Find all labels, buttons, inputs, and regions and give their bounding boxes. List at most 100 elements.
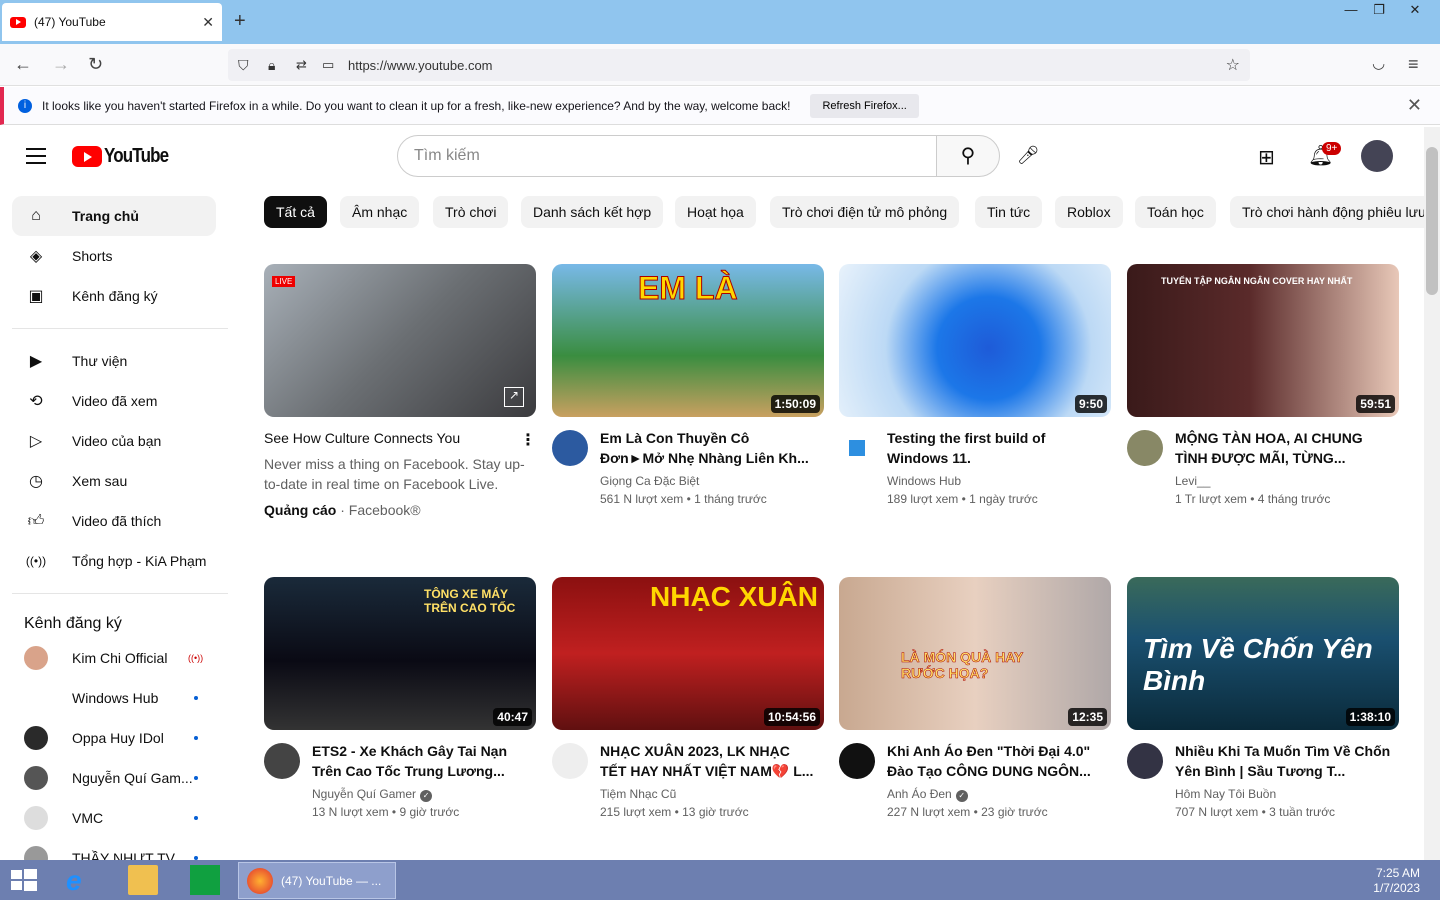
video-thumbnail[interactable]: NHẠC XUÂN 10:54:56 bbox=[552, 577, 824, 730]
forward-icon[interactable]: → bbox=[52, 54, 70, 75]
video-thumbnail[interactable]: Tìm Về Chốn Yên Bình 1:38:10 bbox=[1127, 577, 1399, 730]
restore-icon[interactable]: ❐ bbox=[1364, 2, 1394, 18]
microphone-icon[interactable]: 🎤︎ bbox=[1008, 135, 1048, 175]
browser-tab[interactable]: (47) YouTube ✕ bbox=[2, 3, 222, 41]
new-tab-icon[interactable]: + bbox=[234, 10, 246, 33]
sidebar-item-liked[interactable]: 👍︎ Video đã thích bbox=[12, 501, 216, 541]
video-title[interactable]: Nhiều Khi Ta Muốn Tìm Về Chốn Yên Bình |… bbox=[1175, 741, 1391, 781]
sidebar-item-playlist[interactable]: ((•)) Tổng hợp - KiA Phạm bbox=[12, 541, 216, 581]
sidebar-item-your-videos[interactable]: ▷ Video của bạn bbox=[12, 421, 216, 461]
channel-avatar[interactable] bbox=[839, 743, 875, 779]
channel-avatar[interactable] bbox=[1127, 430, 1163, 466]
sidebar-item-home[interactable]: ⌂ Trang chủ bbox=[12, 196, 216, 236]
create-video-icon[interactable]: ⊞ bbox=[1258, 145, 1275, 170]
video-card[interactable]: TÔNG XE MÁY TRÊN CAO TỐC 40:47 ETS2 - Xe… bbox=[264, 577, 536, 819]
hamburger-menu-icon[interactable] bbox=[26, 148, 46, 169]
subscription-item[interactable]: Kim Chi Official ((•)) bbox=[12, 638, 216, 678]
sidebar-item-history[interactable]: ⟲ Video đã xem bbox=[12, 381, 216, 421]
pocket-icon[interactable]: ◡ bbox=[1372, 54, 1385, 72]
file-explorer-icon[interactable] bbox=[128, 865, 158, 895]
chip-all[interactable]: Tất cả bbox=[264, 196, 327, 228]
search-input[interactable]: Tìm kiếm bbox=[397, 135, 937, 177]
minimize-icon[interactable]: — bbox=[1336, 2, 1366, 17]
channel-name[interactable]: Tiệm Nhạc Cũ bbox=[600, 787, 676, 801]
shield-icon[interactable]: ⛉ bbox=[238, 57, 249, 74]
video-thumbnail[interactable]: LÀ MÓN QUÀ HAY RƯỚC HỌA? 12:35 bbox=[839, 577, 1111, 730]
channel-avatar[interactable] bbox=[1127, 743, 1163, 779]
chip-mixes[interactable]: Danh sách kết hợp bbox=[521, 196, 664, 228]
reader-icon[interactable]: ▭ bbox=[322, 57, 334, 73]
system-clock[interactable]: 7:25 AM 1/7/2023 bbox=[1373, 866, 1420, 896]
sidebar-item-subscriptions[interactable]: ▣ Kênh đăng ký bbox=[12, 276, 216, 316]
windows-start-icon[interactable] bbox=[10, 868, 38, 892]
channel-name[interactable]: Hôm Nay Tôi Buồn bbox=[1175, 787, 1276, 801]
video-thumbnail[interactable]: TUYỂN TẬP NGÂN NGÂN COVER HAY NHẤT 59:51 bbox=[1127, 264, 1399, 417]
chip-news[interactable]: Tin tức bbox=[975, 196, 1043, 228]
url-bar[interactable]: ⛉ 🔒︎ ⇄ ▭ https://www.youtube.com ☆ bbox=[228, 49, 1250, 81]
channel-avatar[interactable] bbox=[264, 743, 300, 779]
scrollbar-thumb[interactable] bbox=[1426, 147, 1438, 295]
youtube-logo[interactable]: YouTube bbox=[72, 145, 180, 168]
more-options-icon[interactable]: ⋮ bbox=[520, 430, 536, 450]
video-thumbnail[interactable]: LIVE ↗ bbox=[264, 264, 536, 417]
sidebar-item-library[interactable]: ▶ Thư viện bbox=[12, 341, 216, 381]
video-thumbnail[interactable]: 9:50 bbox=[839, 264, 1111, 417]
video-title[interactable]: ETS2 - Xe Khách Gây Tai Nạn Trên Cao Tốc… bbox=[312, 741, 528, 781]
video-card[interactable]: 9:50 Testing the first build of Windows … bbox=[839, 264, 1111, 506]
video-title[interactable]: NHẠC XUÂN 2023, LK NHẠC TẾT HAY NHẤT VIỆ… bbox=[600, 741, 816, 781]
video-card[interactable]: LIVE ↗ See How Culture Connects You ⋮ Ne… bbox=[264, 264, 536, 518]
chip-math[interactable]: Toán học bbox=[1135, 196, 1216, 228]
bookmark-star-icon[interactable]: ☆ bbox=[1226, 55, 1240, 75]
chip-simulation[interactable]: Trò chơi điện tử mô phỏng bbox=[770, 196, 960, 228]
video-card[interactable]: TUYỂN TẬP NGÂN NGÂN COVER HAY NHẤT 59:51… bbox=[1127, 264, 1399, 506]
channel-name[interactable]: Nguyễn Quí Gamer ✓ bbox=[312, 787, 433, 802]
permissions-icon[interactable]: ⇄ bbox=[296, 57, 307, 73]
menu-icon[interactable]: ≡ bbox=[1408, 54, 1419, 75]
video-card[interactable]: NHẠC XUÂN 10:54:56 NHẠC XUÂN 2023, LK NH… bbox=[552, 577, 824, 819]
channel-avatar[interactable] bbox=[552, 743, 588, 779]
close-notification-icon[interactable]: ✕ bbox=[1407, 95, 1422, 116]
sidebar-item-shorts[interactable]: ◈ Shorts bbox=[12, 236, 216, 276]
sidebar-item-watch-later[interactable]: ◷ Xem sau bbox=[12, 461, 216, 501]
channel-name[interactable]: Levi__ bbox=[1175, 474, 1210, 488]
channel-name[interactable]: Windows Hub bbox=[887, 474, 961, 488]
video-title[interactable]: MỘNG TÀN HOA, AI CHUNG TÌNH ĐƯỢC MÃI, TỪ… bbox=[1175, 428, 1391, 468]
subscription-item[interactable]: THẦY NHỰT TV bbox=[12, 838, 216, 860]
channel-avatar[interactable] bbox=[552, 430, 588, 466]
refresh-firefox-button[interactable]: Refresh Firefox... bbox=[810, 93, 919, 118]
chip-roblox[interactable]: Roblox bbox=[1055, 196, 1123, 228]
video-thumbnail[interactable]: EM LÀ 1:50:09 bbox=[552, 264, 824, 417]
video-thumbnail[interactable]: TÔNG XE MÁY TRÊN CAO TỐC 40:47 bbox=[264, 577, 536, 730]
internet-explorer-icon[interactable]: e bbox=[66, 865, 96, 896]
channel-avatar[interactable] bbox=[839, 430, 875, 466]
lock-icon[interactable]: 🔒︎ bbox=[268, 57, 275, 74]
reload-icon[interactable]: ↻ bbox=[88, 54, 103, 75]
video-card[interactable]: Tìm Về Chốn Yên Bình 1:38:10 Nhiều Khi T… bbox=[1127, 577, 1399, 819]
chip-music[interactable]: Âm nhạc bbox=[340, 196, 420, 228]
video-title[interactable]: See How Culture Connects You bbox=[264, 430, 514, 446]
subscription-item[interactable]: Nguyễn Quí Gam... bbox=[12, 758, 216, 798]
channel-name[interactable]: Giọng Ca Đặc Biệt bbox=[600, 474, 699, 488]
subscription-item[interactable]: Oppa Huy IDol bbox=[12, 718, 216, 758]
subscription-item[interactable]: VMC bbox=[12, 798, 216, 838]
external-link-icon[interactable]: ↗ bbox=[504, 387, 524, 407]
store-icon[interactable] bbox=[190, 865, 220, 895]
scrollbar[interactable] bbox=[1424, 127, 1440, 860]
video-title[interactable]: Khi Anh Áo Đen "Thời Đại 4.0" Đào Tạo CÔ… bbox=[887, 741, 1103, 781]
chip-animation[interactable]: Hoạt họa bbox=[675, 196, 756, 228]
subscription-item[interactable]: Windows Hub bbox=[12, 678, 216, 718]
subscription-name: Kim Chi Official bbox=[72, 650, 168, 666]
search-button[interactable]: ⚲ bbox=[936, 135, 1000, 177]
taskbar-firefox-task[interactable]: (47) YouTube — ... bbox=[238, 862, 396, 899]
video-title[interactable]: Em Là Con Thuyền Cô Đơn►Mở Nhẹ Nhàng Liê… bbox=[600, 428, 816, 468]
avatar[interactable] bbox=[1361, 140, 1393, 172]
video-title[interactable]: Testing the first build of Windows 11. bbox=[887, 428, 1103, 468]
video-card[interactable]: LÀ MÓN QUÀ HAY RƯỚC HỌA? 12:35 Khi Anh Á… bbox=[839, 577, 1111, 819]
video-card[interactable]: EM LÀ 1:50:09 Em Là Con Thuyền Cô Đơn►Mở… bbox=[552, 264, 824, 506]
channel-name[interactable]: Anh Áo Đen ✓ bbox=[887, 787, 968, 802]
back-icon[interactable]: ← bbox=[14, 54, 32, 75]
close-tab-icon[interactable]: ✕ bbox=[202, 14, 214, 31]
close-window-icon[interactable]: ✕ bbox=[1400, 2, 1430, 18]
chip-action-adventure[interactable]: Trò chơi hành động phiêu lưu bbox=[1230, 196, 1424, 228]
chip-gaming[interactable]: Trò chơi bbox=[433, 196, 509, 228]
